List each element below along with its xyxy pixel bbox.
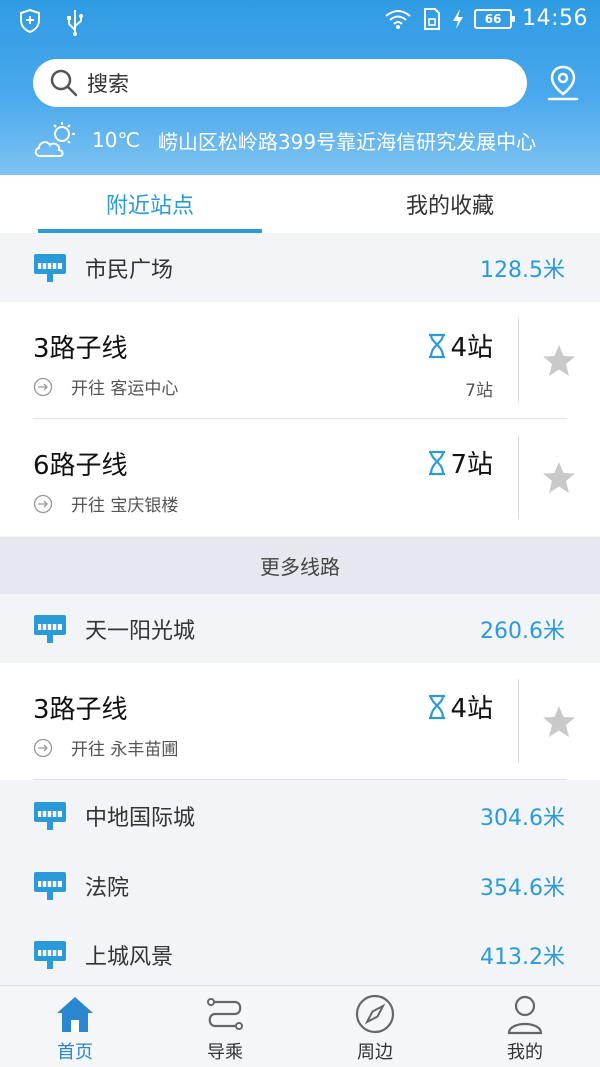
station-name: 上城风景 — [85, 945, 174, 970]
station-distance: 260.6米 — [480, 619, 565, 644]
station-header[interactable]: 天一阳光城 260.6米 — [0, 595, 600, 663]
route-stops: 7站 — [465, 381, 493, 401]
bus-stop-icon — [34, 254, 66, 282]
charging-icon — [453, 8, 464, 29]
station-distance: 128.5米 — [480, 258, 565, 283]
route-eta: 4站 — [426, 327, 493, 364]
status-bar: 66 14:56 — [0, 0, 600, 42]
route-direction: 开往 宝庆银楼 — [33, 491, 178, 516]
route-name: 3路子线 — [33, 695, 128, 725]
station-name: 天一阳光城 — [85, 619, 196, 644]
nav-label: 首页 — [57, 1042, 93, 1063]
nav-label: 周边 — [357, 1042, 393, 1063]
divider — [518, 679, 519, 763]
hourglass-icon — [429, 333, 446, 358]
star-icon[interactable] — [541, 461, 577, 495]
nav-home[interactable]: 首页 — [0, 986, 150, 1067]
route-eta: 7站 — [426, 444, 493, 481]
wifi-icon — [385, 9, 411, 29]
header: 66 14:56 搜索 10℃ 崂山区松岭路399号靠近海信研究发展中心 — [0, 0, 600, 175]
usb-icon — [67, 10, 83, 36]
station-distance: 413.2米 — [480, 945, 565, 970]
partly-cloudy-icon — [34, 122, 75, 157]
route-row[interactable]: 6路子线 开往 宝庆银楼 7站 — [0, 419, 600, 536]
route-direction: 开往 客运中心 — [33, 374, 178, 399]
more-routes-button[interactable]: 更多线路 — [0, 537, 600, 594]
route-row[interactable]: 3路子线 开往 永丰苗圃 4站 — [0, 663, 600, 780]
nav-nearby[interactable]: 周边 — [300, 986, 450, 1067]
eta-stops: 4站 — [450, 694, 493, 724]
bus-stop-icon — [34, 802, 66, 830]
route-name: 6路子线 — [33, 451, 128, 481]
sim-card-icon — [424, 7, 441, 30]
station-header[interactable]: 上城风景 413.2米 — [0, 921, 600, 989]
route-row[interactable]: 3路子线 开往 客运中心 4站 7站 — [0, 302, 600, 419]
direction-text: 开往 永丰苗圃 — [71, 740, 179, 760]
station-distance: 304.6米 — [480, 806, 565, 831]
station-header[interactable]: 市民广场 128.5米 — [0, 234, 600, 302]
hourglass-icon — [429, 694, 446, 719]
star-icon[interactable] — [541, 705, 577, 739]
eta-stops: 7站 — [450, 450, 493, 480]
direction-text: 开往 客运中心 — [71, 379, 179, 399]
direction-text: 开往 宝庆银楼 — [71, 496, 179, 516]
station-distance: 354.6米 — [480, 876, 565, 901]
eta-stops: 4站 — [450, 333, 493, 363]
route-eta: 4站 — [426, 688, 493, 725]
compass-icon — [355, 994, 395, 1034]
temperature: 10℃ — [92, 128, 140, 152]
star-icon[interactable] — [541, 344, 577, 378]
nav-label: 导乘 — [207, 1042, 243, 1063]
station-name: 法院 — [85, 876, 130, 901]
user-icon — [507, 995, 543, 1035]
bus-stop-icon — [34, 872, 66, 900]
arrow-circle-icon — [33, 738, 53, 757]
shield-icon — [20, 8, 40, 34]
battery-level: 66 — [474, 8, 516, 29]
bottom-nav: 首页 导乘 周边 我的 — [0, 985, 600, 1067]
nav-mine[interactable]: 我的 — [450, 986, 600, 1067]
divider — [518, 435, 519, 519]
tab-bar: 附近站点 我的收藏 — [0, 175, 600, 233]
bus-stop-icon — [34, 615, 66, 643]
bus-stop-icon — [34, 941, 66, 969]
divider — [33, 779, 567, 780]
route-name: 3路子线 — [33, 334, 128, 364]
tab-my-favorites[interactable]: 我的收藏 — [300, 175, 600, 233]
current-address: 崂山区松岭路399号靠近海信研究发展中心 — [157, 129, 537, 154]
search-bar[interactable]: 搜索 — [33, 59, 527, 107]
divider — [518, 318, 519, 402]
tab-nearby-stations[interactable]: 附近站点 — [0, 175, 300, 233]
weather-bar: 10℃ 崂山区松岭路399号靠近海信研究发展中心 — [32, 118, 600, 162]
home-icon — [57, 997, 93, 1032]
route-direction: 开往 永丰苗圃 — [33, 735, 178, 760]
arrow-circle-icon — [33, 377, 53, 396]
nav-guide[interactable]: 导乘 — [150, 986, 300, 1067]
station-header[interactable]: 法院 354.6米 — [0, 852, 600, 920]
route-icon — [207, 998, 243, 1030]
clock: 14:56 — [522, 6, 588, 31]
hourglass-icon — [429, 450, 446, 475]
station-header[interactable]: 中地国际城 304.6米 — [0, 782, 600, 850]
station-name: 市民广场 — [85, 258, 174, 283]
location-pin-icon[interactable] — [543, 63, 583, 103]
nav-label: 我的 — [507, 1042, 543, 1063]
station-name: 中地国际城 — [85, 806, 196, 831]
search-placeholder: 搜索 — [87, 72, 129, 96]
arrow-circle-icon — [33, 494, 53, 513]
search-icon — [50, 69, 78, 97]
